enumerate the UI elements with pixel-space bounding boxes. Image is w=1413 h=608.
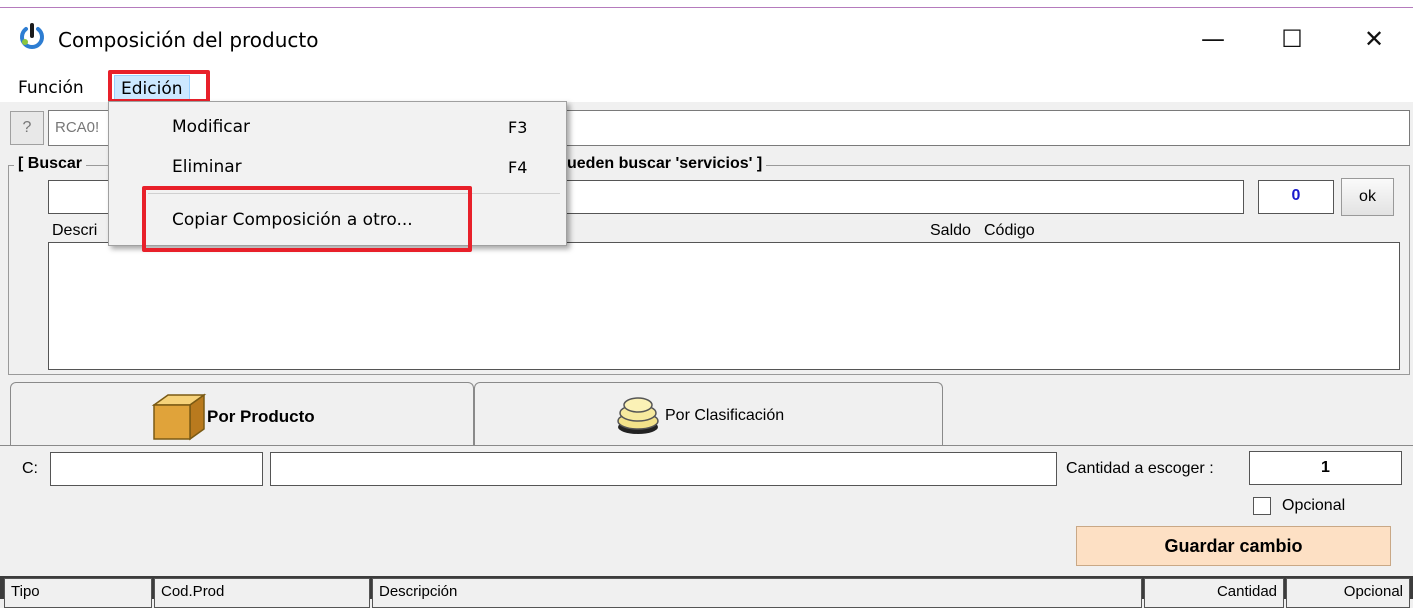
shortcut-modificar: F3	[508, 118, 528, 137]
c-label: C:	[22, 460, 38, 477]
quantity-field[interactable]: 1	[1249, 451, 1402, 485]
close-button[interactable]: ✕	[1344, 18, 1404, 60]
save-changes-button[interactable]: Guardar cambio	[1076, 526, 1391, 566]
tab-por-producto[interactable]: Por Producto	[10, 382, 474, 446]
result-count: 0	[1258, 180, 1334, 214]
grid-col-tipo[interactable]: Tipo	[4, 578, 152, 608]
minimize-button[interactable]: —	[1183, 18, 1243, 60]
menu-funcion[interactable]: Función	[12, 75, 90, 101]
optional-label: Opcional	[1282, 497, 1346, 514]
help-button[interactable]: ?	[10, 111, 44, 145]
optional-checkbox[interactable]	[1253, 497, 1271, 515]
col-header-description: Descri	[52, 222, 98, 239]
component-description-field[interactable]	[270, 452, 1057, 486]
app-power-icon	[20, 23, 44, 49]
tab-por-clasificacion[interactable]: Por Clasificación	[474, 382, 943, 446]
highlight-box-copiar	[142, 186, 472, 252]
search-group-title-left: [ Buscar	[14, 155, 87, 173]
grid-col-cantidad[interactable]: Cantidad	[1144, 578, 1284, 608]
grid-col-cod-prod[interactable]: Cod.Prod	[154, 578, 370, 608]
classification-stack-icon	[617, 397, 659, 434]
grid-col-descripcion[interactable]: Descripción	[372, 578, 1142, 608]
menu-item-eliminar[interactable]: Eliminar	[172, 157, 242, 177]
tab-por-producto-label: Por Producto	[207, 407, 315, 426]
shortcut-eliminar: F4	[508, 158, 528, 177]
component-code-field[interactable]	[50, 452, 263, 486]
box-icon	[151, 393, 207, 441]
quantity-label: Cantidad a escoger :	[1066, 460, 1214, 477]
maximize-button[interactable]: ☐	[1262, 18, 1322, 60]
tab-por-clasificacion-label: Por Clasificación	[665, 407, 785, 424]
search-group-title-right: ueden buscar 'servicios' ]	[563, 155, 767, 173]
highlight-box-edicion	[108, 70, 210, 103]
col-header-balance: Saldo	[930, 222, 971, 239]
ok-button[interactable]: ok	[1341, 178, 1394, 216]
grid-col-opcional[interactable]: Opcional	[1286, 578, 1410, 608]
menu-bar	[0, 70, 1413, 102]
col-header-code: Código	[984, 222, 1035, 239]
search-result-list[interactable]	[48, 242, 1400, 370]
window-title: Composición del producto	[58, 28, 319, 52]
menu-item-modificar[interactable]: Modificar	[172, 117, 250, 137]
tab-baseline	[0, 445, 1413, 446]
